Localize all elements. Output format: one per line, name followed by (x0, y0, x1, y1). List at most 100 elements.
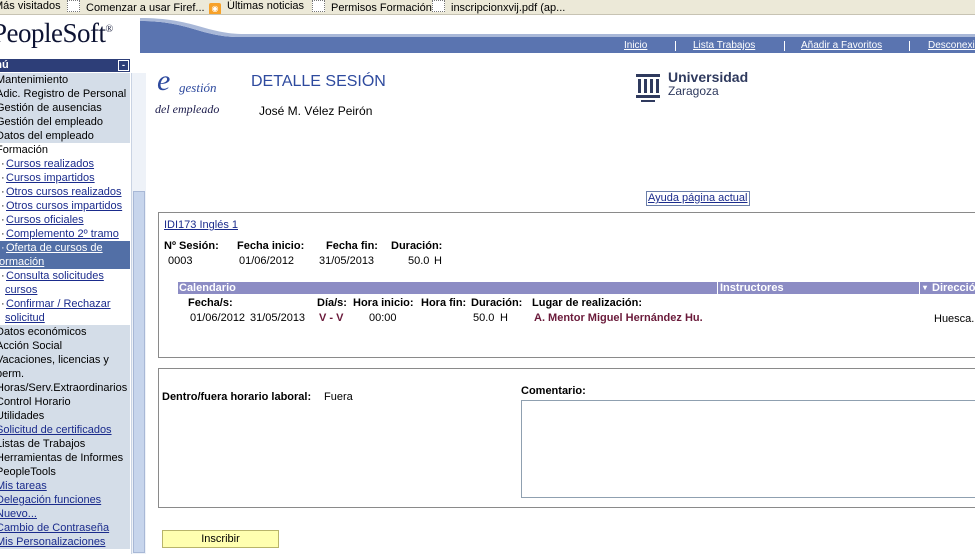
sidebar-item-label[interactable]: Cursos oficiales (6, 214, 84, 226)
separator (784, 41, 785, 51)
sidebar-item-label: Adic. Registro de Personal (0, 88, 127, 100)
sidebar-item: Gestión del empleado (0, 115, 130, 129)
sidebar-item-label: Datos del empleado (0, 130, 94, 142)
session-number-label: Nº Sesión: (164, 240, 219, 252)
logo-mark: ® (105, 24, 114, 35)
row-duration-unit: H (500, 312, 508, 324)
sidebar-item[interactable]: ·Otros cursos realizados (0, 185, 130, 199)
scrollbar-thumb[interactable] (133, 191, 145, 553)
sidebar-item[interactable]: formación (0, 255, 130, 269)
sidebar-item-label[interactable]: Cursos impartidos (6, 172, 95, 184)
sidebar-item-label[interactable]: formación (0, 256, 44, 268)
link-lista-trabajos[interactable]: Lista Trabajos (693, 40, 755, 51)
sidebar-item-label: Herramientas de Informes (0, 452, 124, 464)
bookmark-label: inscripcionxvij.pdf (ap... (451, 2, 566, 14)
sidebar-item[interactable]: ·Cursos impartidos (0, 171, 130, 185)
sidebar-item-label[interactable]: Mis tareas (0, 480, 47, 492)
sidebar-item: Acción Social (0, 339, 130, 353)
sidebar-item-label[interactable]: solicitud (5, 312, 45, 324)
logo-del-empleado: del empleado (155, 102, 220, 116)
page-icon (312, 0, 325, 12)
sidebar-item: Utilidades (0, 409, 130, 423)
bookmarks-toolbar: Más visitados Comenzar a usar Firef... ◉… (0, 0, 975, 15)
duration-label: Duración: (391, 240, 443, 252)
sidebar-item[interactable]: ·Complemento 2º tramo (0, 227, 130, 241)
link-desconexion[interactable]: Desconexión (928, 40, 975, 51)
enroll-button[interactable]: Inscribir (162, 530, 279, 548)
sidebar-item[interactable]: Solicitud de certificados (0, 423, 130, 437)
sidebar-item-label[interactable]: Otros cursos impartidos (6, 200, 122, 212)
link-inicio[interactable]: Inicio (624, 40, 647, 51)
bookmark-label: Permisos Formación (331, 2, 432, 14)
instructors-tab[interactable]: Instructores (720, 282, 784, 294)
sidebar-item[interactable]: Delegación funciones (0, 493, 130, 507)
sidebar-item[interactable]: ·Confirmar / Rechazar (0, 297, 130, 311)
sidebar-item-label[interactable]: Mis Personalizaciones (0, 536, 105, 548)
sidebar-item-label: Utilidades (0, 410, 45, 422)
sidebar-item[interactable]: Nuevo... (0, 507, 130, 521)
bookmark-label: Comenzar a usar Firef... (86, 2, 205, 14)
row-start-hour: 00:00 (369, 312, 397, 324)
help-current-page-link[interactable]: Ayuda página actual (646, 191, 750, 206)
sidebar-item-label[interactable]: Cambio de Contraseña (0, 522, 109, 534)
start-date-value: 01/06/2012 (239, 255, 295, 267)
sidebar-item-label[interactable]: Nuevo... (0, 508, 37, 520)
bookmark-latest-news[interactable]: ◉ Últimas noticias (209, 0, 304, 14)
separator (909, 41, 910, 51)
sidebar-menu: Mantenimiento Adic. Registro de Personal G… (0, 73, 130, 549)
sidebar-item[interactable]: ·Cursos oficiales (0, 213, 130, 227)
row-days: V - V (319, 312, 344, 324)
sidebar-item[interactable]: cursos (0, 283, 130, 297)
sidebar-item-label[interactable]: Complemento 2º tramo (6, 228, 119, 240)
sidebar-item-label[interactable]: cursos (5, 284, 37, 296)
sidebar-item-label[interactable]: Solicitud de certificados (0, 424, 112, 436)
start-hour-col-header: Hora inicio: (353, 297, 414, 309)
sidebar-item-label[interactable]: Delegación funciones (0, 494, 101, 506)
separator (675, 41, 676, 51)
sidebar-item-label: Acción Social (0, 340, 63, 352)
bookmark-pdf[interactable]: inscripcionxvij.pdf (ap... (432, 0, 566, 14)
sidebar-item-label[interactable]: Confirmar / Rechazar (6, 298, 111, 310)
calendar-tab[interactable]: Calendario (179, 282, 236, 294)
end-date-value: 31/05/2013 (319, 255, 375, 267)
sidebar-item[interactable]: ·Consulta solicitudes (0, 269, 130, 283)
dropdown-arrow-icon[interactable]: ▾ (923, 282, 927, 294)
link-anadir-favoritos[interactable]: Añadir a Favoritos (801, 40, 882, 51)
sidebar-item: Listas de Trabajos (0, 437, 130, 451)
sidebar-item[interactable]: Mis Personalizaciones (0, 535, 130, 549)
work-hours-label: Dentro/fuera horario laboral: (162, 391, 312, 403)
bookmark-getting-started[interactable]: Comenzar a usar Firef... (67, 0, 205, 14)
sidebar-item-label: Vacaciones, licencias y (0, 354, 109, 366)
sidebar-item-label: PeopleTools (0, 466, 56, 478)
top-links: Inicio Lista Trabajos Añadir a Favoritos… (150, 40, 975, 53)
university-logo: Universidad Zaragoza (633, 69, 773, 106)
sidebar-item: Vacaciones, licencias y (0, 353, 130, 367)
sidebar-item-label[interactable]: Consulta solicitudes (6, 270, 104, 282)
employee-name: José M. Vélez Peirón (259, 104, 373, 118)
bookmark-permisos[interactable]: Permisos Formación (312, 0, 432, 14)
bookmark-most-visited[interactable]: Más visitados (0, 0, 61, 13)
sidebar-item-label: Gestión de ausencias (0, 102, 102, 114)
comment-textarea[interactable] (521, 400, 975, 498)
sidebar-scrollbar[interactable] (131, 73, 146, 554)
sidebar-item[interactable]: Mis tareas (0, 479, 130, 493)
sidebar-title: Menú (0, 59, 9, 71)
sidebar-item-label[interactable]: Cursos realizados (6, 158, 94, 170)
sidebar-item[interactable]: Cambio de Contraseña (0, 521, 130, 535)
logo-gestion: gestión (179, 80, 217, 95)
sidebar-item-label[interactable]: Otros cursos realizados (6, 186, 122, 198)
sidebar-item: perm. (0, 367, 130, 381)
start-date-label: Fecha inicio: (237, 240, 305, 252)
sidebar-item-label: Listas de Trabajos (0, 438, 86, 450)
course-link[interactable]: IDI173 Inglés 1 (164, 219, 238, 231)
sidebar-item[interactable]: ·Oferta de cursos de (0, 241, 130, 255)
university-crest-icon (636, 74, 660, 102)
sidebar-item-label[interactable]: Oferta de cursos de (6, 242, 103, 254)
end-hour-col-header: Hora fin: (421, 297, 467, 309)
page-icon (67, 0, 80, 12)
collapse-icon[interactable]: - (118, 60, 129, 71)
separator (919, 282, 920, 294)
sidebar-item[interactable]: solicitud (0, 311, 130, 325)
sidebar-item[interactable]: ·Cursos realizados (0, 157, 130, 171)
sidebar-item[interactable]: ·Otros cursos impartidos (0, 199, 130, 213)
